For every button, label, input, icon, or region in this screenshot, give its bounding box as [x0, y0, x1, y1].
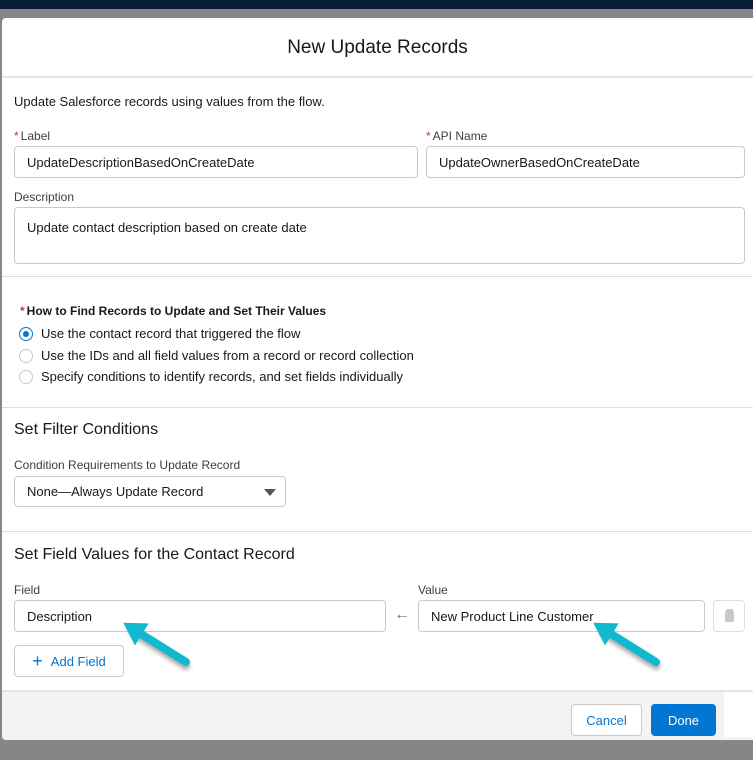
- value-input[interactable]: New Product Line Customer: [418, 600, 705, 632]
- new-update-records-modal: New Update Records Update Salesforce rec…: [2, 18, 753, 740]
- modal-title: New Update Records: [287, 37, 468, 58]
- description-textarea[interactable]: Update contact description based on crea…: [14, 207, 745, 264]
- condition-label: Condition Requirements to Update Record: [14, 458, 241, 472]
- field-values-heading: Set Field Values for the Contact Record: [14, 546, 295, 563]
- divider: [2, 531, 753, 532]
- add-field-button[interactable]: + Add Field: [14, 645, 124, 677]
- modal-footer: Cancel Done: [2, 690, 753, 740]
- api-name-label: * API Name: [426, 129, 488, 143]
- overlay-panel: [724, 692, 753, 737]
- trash-icon: [724, 610, 734, 622]
- radio-label: Specify conditions to identify records, …: [41, 369, 404, 384]
- label-input[interactable]: UpdateDescriptionBasedOnCreateDate: [14, 146, 418, 178]
- label-field-label: * Label: [14, 129, 51, 143]
- delete-button[interactable]: [713, 600, 745, 632]
- divider: [2, 276, 753, 277]
- radio-icon: [19, 369, 33, 384]
- filter-heading: Set Filter Conditions: [14, 421, 159, 438]
- radio-specify-conditions[interactable]: Specify conditions to identify records, …: [19, 369, 403, 384]
- radio-label: Use the IDs and all field values from a …: [41, 348, 414, 363]
- api-name-input[interactable]: UpdateOwnerBasedOnCreateDate: [426, 146, 745, 178]
- radio-selected-icon: [19, 326, 33, 341]
- radio-icon: [19, 348, 33, 363]
- divider: [2, 76, 753, 78]
- value-label: Value: [418, 583, 448, 597]
- arrow-left-icon: ←: [394, 606, 410, 623]
- radio-label: Use the contact record that triggered th…: [41, 326, 301, 341]
- condition-select[interactable]: None—Always Update Record: [14, 476, 286, 507]
- description-label: Description: [14, 190, 75, 204]
- add-field-label: Add Field: [50, 653, 106, 669]
- chevron-down-icon: [264, 489, 276, 496]
- intro-text: Update Salesforce records using values f…: [14, 94, 325, 109]
- how-to-find-heading: * How to Find Records to Update and Set T…: [20, 304, 327, 318]
- condition-select-value: None—Always Update Record: [27, 484, 204, 499]
- field-label: Field: [14, 583, 41, 597]
- plus-icon: +: [32, 650, 43, 671]
- divider: [2, 407, 753, 408]
- radio-ids-record-collection[interactable]: Use the IDs and all field values from a …: [19, 348, 414, 363]
- radio-triggering-record[interactable]: Use the contact record that triggered th…: [19, 326, 300, 341]
- cancel-button[interactable]: Cancel: [571, 704, 642, 736]
- app-header-bar: [0, 0, 753, 9]
- field-input[interactable]: Description: [14, 600, 386, 632]
- done-button[interactable]: Done: [651, 704, 716, 736]
